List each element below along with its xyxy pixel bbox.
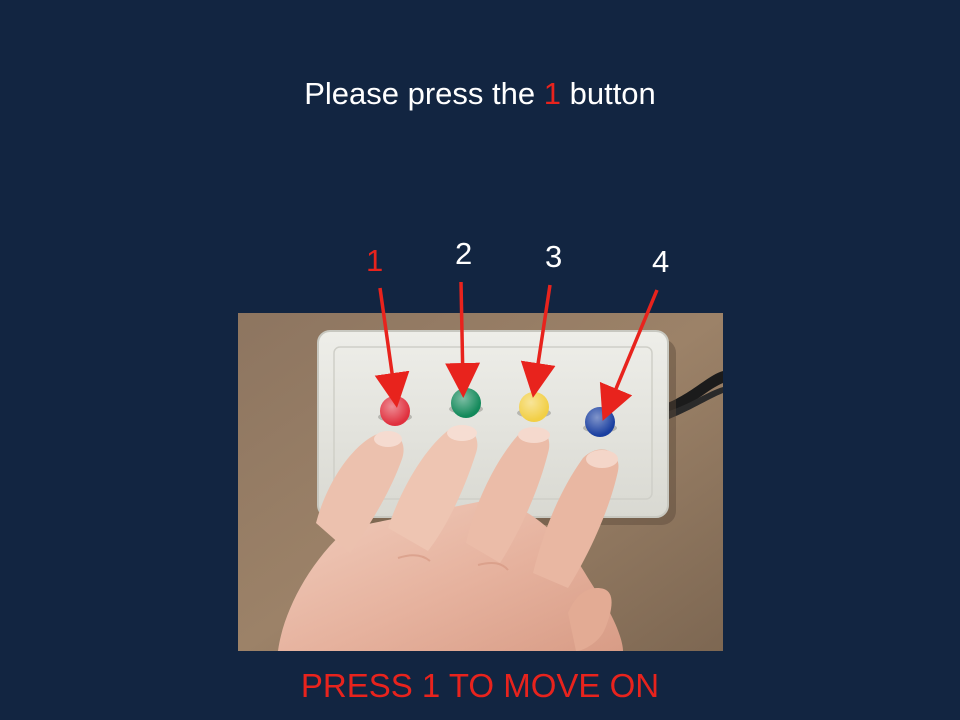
move-on-prompt: PRESS 1 TO MOVE ON [300, 667, 660, 704]
button-label-2: 2 [455, 236, 473, 271]
button-label-3: 3 [545, 239, 563, 274]
button-box-photo [238, 313, 723, 651]
button-label-4: 4 [652, 244, 670, 279]
instruction-button-number: 1 [543, 76, 561, 111]
instruction-suffix: button [560, 76, 656, 111]
instruction-text: Please press the 1 button [0, 74, 960, 114]
instruction-prefix: Please press the [304, 76, 544, 111]
button-label-1: 1 [366, 243, 384, 278]
